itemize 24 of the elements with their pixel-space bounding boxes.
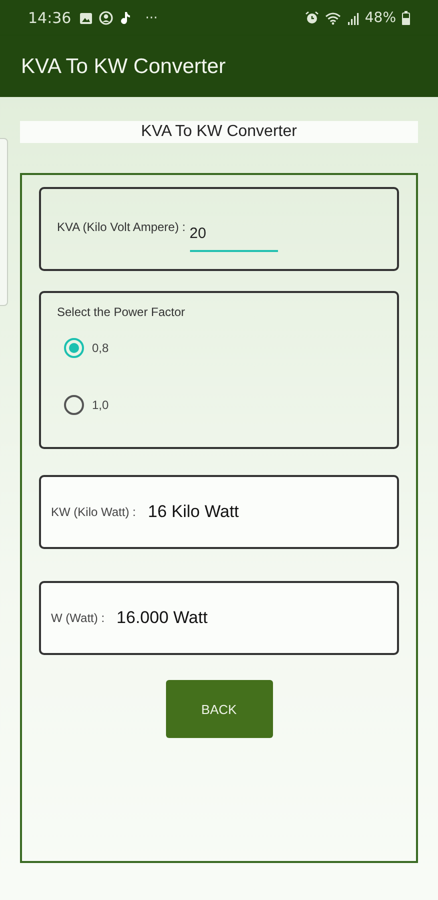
music-note-icon [119, 11, 132, 25]
signal-icon [346, 12, 359, 24]
result-value: 16 Kilo Watt [148, 502, 239, 522]
radio-label: 0,8 [92, 341, 109, 355]
app-title: KVA To KW Converter [21, 54, 226, 78]
radio-label: 1,0 [92, 398, 109, 412]
result-label: W (Watt) : [51, 611, 105, 625]
result-label: KW (Kilo Watt) : [51, 505, 136, 519]
kva-label: KVA (Kilo Volt Ampere) : [57, 220, 186, 234]
wifi-icon [324, 12, 341, 24]
account-icon [99, 11, 114, 25]
battery-icon [402, 11, 410, 25]
gallery-icon [79, 12, 94, 24]
back-button[interactable]: BACK [166, 680, 272, 738]
more-notifications: ··· [145, 10, 158, 26]
kva-input-field[interactable]: 20 [190, 218, 278, 252]
page-title: KVA To KW Converter [20, 121, 418, 143]
power-factor-title: Select the Power Factor [57, 305, 186, 319]
alarm-icon [304, 11, 319, 25]
result-value: 16.000 Watt [116, 608, 208, 628]
radio-button[interactable] [64, 338, 84, 358]
radio-button[interactable] [64, 395, 84, 415]
battery-percent: 48% [364, 10, 396, 26]
status-time: 14:36 [28, 9, 72, 27]
